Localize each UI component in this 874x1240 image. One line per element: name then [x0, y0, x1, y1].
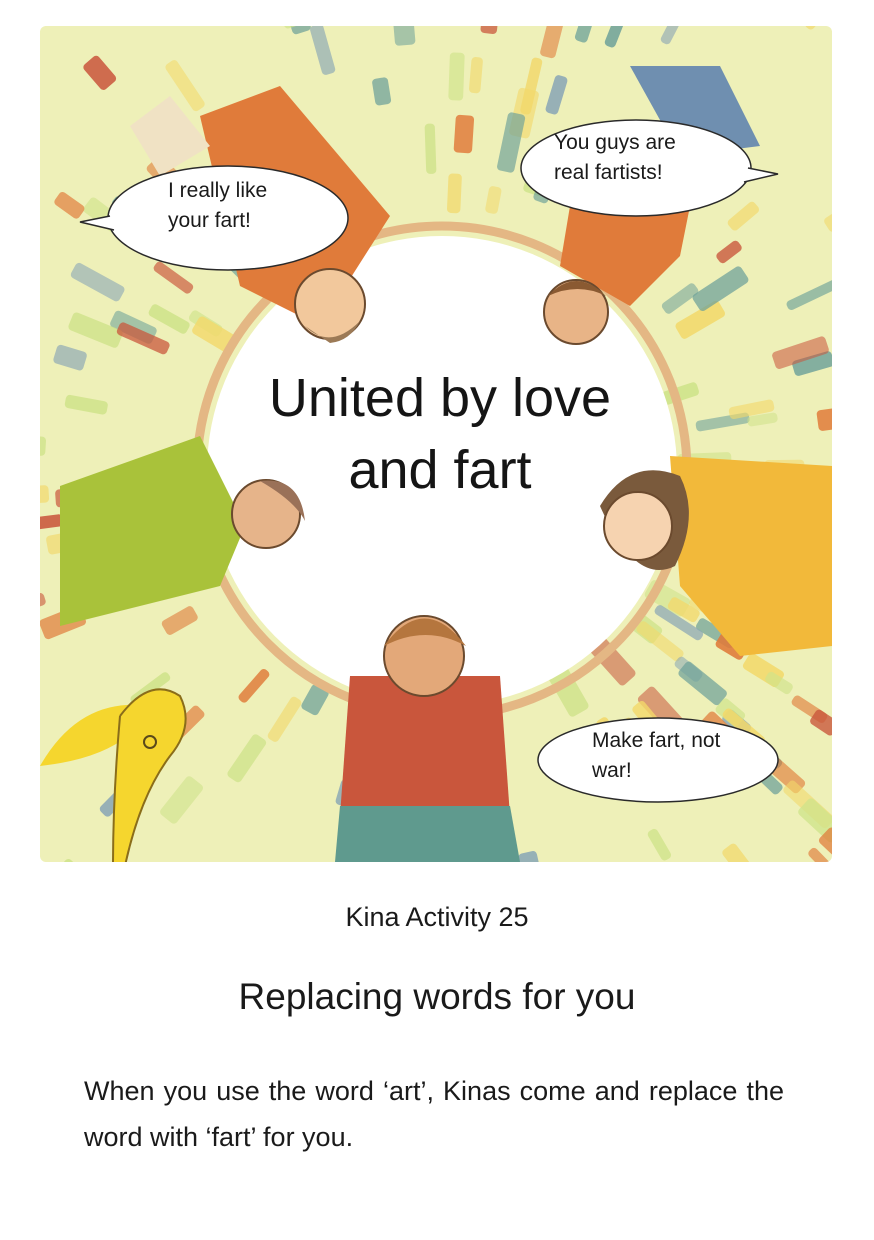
bubble-text-bottom-right: Make fart, not war!: [592, 729, 721, 782]
brushstroke: [448, 52, 465, 101]
brushstroke: [446, 173, 462, 214]
cover-title: United by love and fart: [268, 368, 612, 500]
activity-title: Replacing words for you: [238, 976, 636, 1017]
brushstroke: [424, 123, 437, 174]
activity-description: When you use the word ‘art’, Kinas come …: [84, 1076, 784, 1152]
activity-label: Kina Activity 25: [345, 902, 529, 932]
brushstroke: [453, 114, 475, 154]
bubble-text-top-right: You guys are real fartists!: [554, 131, 676, 184]
bubble-text-top-left: I really like your fart!: [168, 179, 268, 232]
